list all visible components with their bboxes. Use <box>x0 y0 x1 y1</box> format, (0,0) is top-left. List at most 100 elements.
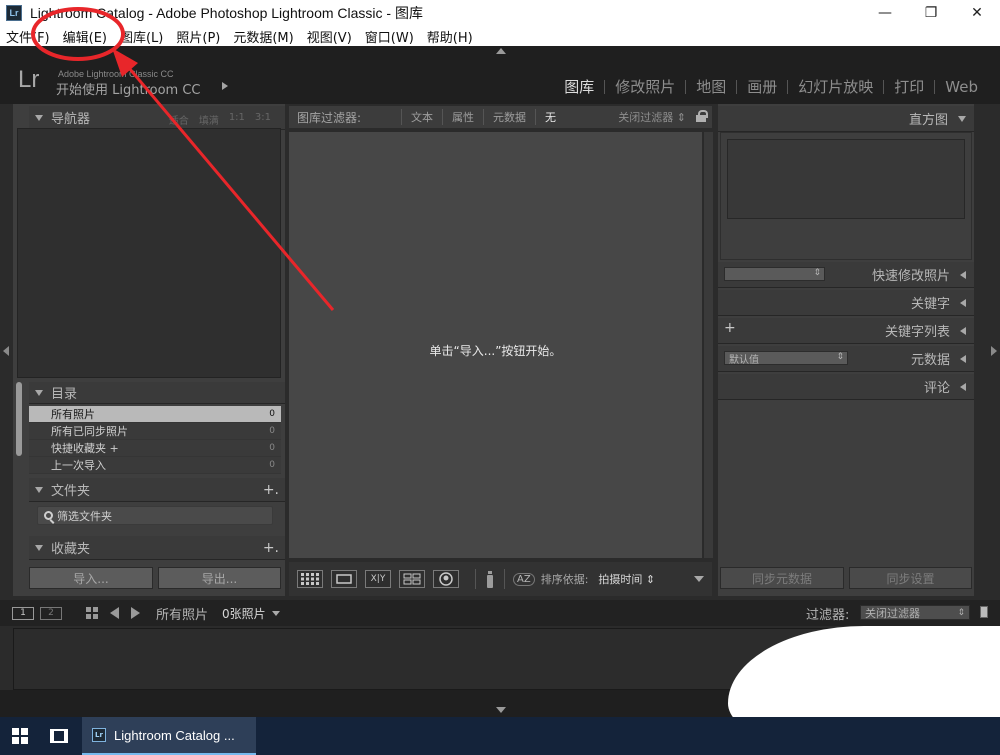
survey-view-button[interactable] <box>399 570 425 588</box>
lock-icon[interactable] <box>696 110 708 122</box>
module-library[interactable]: 图库 <box>554 76 604 97</box>
catalog-header[interactable]: 目录 <box>29 382 285 404</box>
expand-right-panel-icon[interactable] <box>991 346 997 356</box>
module-map[interactable]: 地图 <box>686 76 736 97</box>
module-print[interactable]: 打印 <box>884 76 934 97</box>
sort-direction-icon[interactable]: AZ <box>513 572 535 586</box>
primary-window-button[interactable]: 1 <box>12 606 34 620</box>
identity-play-icon[interactable] <box>222 82 228 90</box>
zoom-fit[interactable]: 适合 <box>169 112 189 127</box>
expand-triangle-icon <box>960 354 966 363</box>
windows-start-icon[interactable] <box>12 728 28 744</box>
taskbar-lightroom-app[interactable]: Lr Lightroom Catalog ... <box>82 717 256 755</box>
people-view-button[interactable] <box>433 570 459 588</box>
grid-icon[interactable] <box>86 607 98 619</box>
sort-label: 排序依据: <box>540 573 589 586</box>
histogram-header[interactable]: 直方图 <box>718 106 974 132</box>
filmstrip-filter-label: 过滤器: <box>806 608 850 623</box>
catalog-item-quick-collection[interactable]: 快捷收藏夹 + 0 <box>29 440 281 457</box>
catalog-item-label: 上一次导入 <box>51 459 106 472</box>
sync-metadata-button[interactable]: 同步元数据 <box>720 567 844 589</box>
forward-arrow-icon[interactable] <box>131 607 140 619</box>
menu-library[interactable]: 图库(L) <box>120 27 163 46</box>
filmstrip-source[interactable]: 所有照片 <box>156 604 208 623</box>
collapse-top-panel-icon[interactable] <box>496 48 506 54</box>
filter-text[interactable]: 文本 <box>401 109 442 125</box>
comments-header[interactable]: 评论 <box>718 374 974 400</box>
search-icon <box>44 511 53 520</box>
export-button[interactable]: 导出... <box>158 567 281 589</box>
lightroom-app-icon: Lr <box>6 5 22 21</box>
menu-edit[interactable]: 编辑(E) <box>63 27 107 46</box>
catalog-item-all-synced[interactable]: 所有已同步照片 0 <box>29 423 281 440</box>
zoom-1-1[interactable]: 1:1 <box>229 112 245 127</box>
spray-can-icon[interactable] <box>484 569 496 589</box>
metadata-preset-select[interactable]: 默认值 <box>724 351 848 366</box>
histogram-display <box>727 139 965 219</box>
collections-header[interactable]: 收藏夹 +. <box>29 536 285 560</box>
add-keyword-button[interactable]: + <box>724 320 736 336</box>
module-book[interactable]: 画册 <box>737 76 787 97</box>
left-panel-scrollbar[interactable] <box>16 382 22 456</box>
catalog-item-previous-import[interactable]: 上一次导入 0 <box>29 457 281 474</box>
navigator-zoom-levels: 适合 填满 1:1 3:1 <box>159 112 271 127</box>
secondary-window-button[interactable]: 2 <box>40 606 62 620</box>
compare-view-button[interactable]: X|Y <box>365 570 391 588</box>
expand-triangle-icon <box>960 298 966 307</box>
menu-photo[interactable]: 照片(P) <box>176 27 220 46</box>
identity-plate-get-started[interactable]: 开始使用 Lightroom CC <box>56 79 201 98</box>
loupe-view-icon <box>336 574 352 584</box>
close-icon[interactable]: ✕ <box>954 0 1000 26</box>
filter-metadata[interactable]: 元数据 <box>483 109 535 125</box>
loupe-view-button[interactable] <box>331 570 357 588</box>
filter-attribute[interactable]: 属性 <box>442 109 483 125</box>
quick-develop-preset-select[interactable] <box>724 267 825 281</box>
navigator-title: 导航器 <box>51 112 91 127</box>
module-develop[interactable]: 修改照片 <box>605 76 685 97</box>
filmstrip-source-dropdown-icon[interactable] <box>271 610 280 616</box>
grid-scrollbar[interactable] <box>703 132 713 558</box>
zoom-fill[interactable]: 填满 <box>199 112 219 127</box>
back-arrow-icon[interactable] <box>110 607 119 619</box>
zoom-3-1[interactable]: 3:1 <box>255 112 271 127</box>
menu-help[interactable]: 帮助(H) <box>427 27 473 46</box>
task-view-icon[interactable] <box>50 729 68 743</box>
comments-title: 评论 <box>923 381 950 396</box>
import-button[interactable]: 导入... <box>29 567 153 589</box>
keywording-header[interactable]: 关键字 <box>718 290 974 316</box>
menu-file[interactable]: 文件(F) <box>6 27 50 46</box>
grid-view-button[interactable] <box>297 570 323 588</box>
navigator-header[interactable]: 导航器 适合 填满 1:1 3:1 <box>29 106 285 130</box>
collapse-triangle-icon <box>35 544 43 551</box>
collapse-filmstrip-icon[interactable] <box>496 707 506 713</box>
menu-view[interactable]: 视图(V) <box>307 27 352 46</box>
expand-left-panel-icon[interactable] <box>3 346 9 356</box>
toolbar-divider <box>504 569 505 589</box>
toolbar-options-chevron-icon[interactable] <box>694 576 704 582</box>
library-filter-title: 图库过滤器: <box>297 110 362 125</box>
folder-filter-input[interactable]: 筛选文件夹 <box>37 506 273 525</box>
restore-icon[interactable]: ❐ <box>908 0 954 26</box>
module-web[interactable]: Web <box>935 78 988 96</box>
filmstrip-filter-lock-icon[interactable] <box>980 606 988 618</box>
metadata-title: 元数据 <box>910 353 950 368</box>
filter-none[interactable]: 无 <box>535 109 565 125</box>
sort-criteria-dropdown[interactable]: 拍摄时间 ⇕ <box>598 571 655 587</box>
catalog-item-all-photos[interactable]: 所有照片 0 <box>29 406 281 423</box>
keyword-list-header[interactable]: 关键字列表 <box>718 318 974 344</box>
expand-triangle-icon <box>960 270 966 279</box>
filmstrip-filter-select[interactable]: 关闭过滤器 <box>860 605 970 620</box>
folders-header[interactable]: 文件夹 +. <box>29 478 285 502</box>
menu-window[interactable]: 窗口(W) <box>365 27 414 46</box>
catalog-item-count: 0 <box>269 426 275 436</box>
add-folder-button[interactable]: +. <box>263 482 279 498</box>
minimize-icon[interactable]: — <box>862 0 908 26</box>
filter-presets-dropdown[interactable]: 关闭过滤器 ⇕ <box>618 109 686 125</box>
add-collection-button[interactable]: +. <box>263 540 279 556</box>
menu-bar: 文件(F) 编辑(E) 图库(L) 照片(P) 元数据(M) 视图(V) 窗口(… <box>0 26 1000 46</box>
navigator-preview[interactable] <box>17 128 281 378</box>
catalog-item-label: 所有照片 <box>51 408 95 421</box>
module-slideshow[interactable]: 幻灯片放映 <box>788 76 883 97</box>
sync-settings-button[interactable]: 同步设置 <box>849 567 972 589</box>
menu-metadata[interactable]: 元数据(M) <box>233 27 293 46</box>
